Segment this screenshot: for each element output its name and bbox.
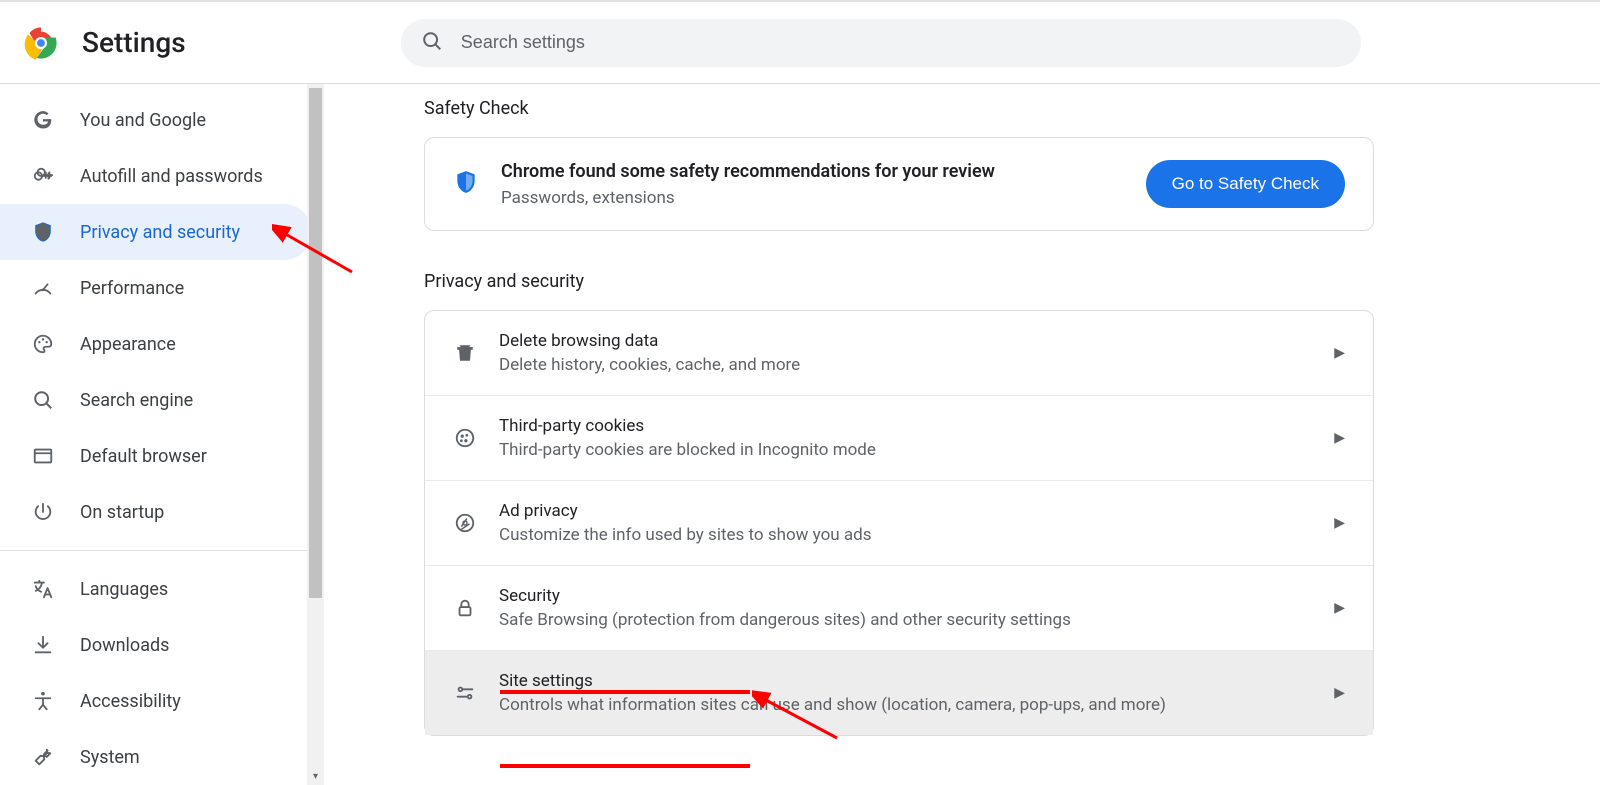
chevron-right-icon: ▶ [1334, 600, 1345, 616]
sidebar-item-privacy[interactable]: Privacy and security [0, 204, 312, 260]
cookie-icon [453, 427, 477, 449]
row-title: Delete browsing data [499, 331, 1312, 351]
ad-icon [453, 512, 477, 534]
sidebar-item-search-engine[interactable]: Search engine [0, 372, 312, 428]
sidebar-item-label: Privacy and security [80, 222, 240, 243]
chevron-right-icon: ▶ [1334, 685, 1345, 701]
row-title: Security [499, 586, 1312, 606]
search-box[interactable] [401, 19, 1361, 67]
search-input[interactable] [459, 31, 1341, 54]
row-security[interactable]: Security Safe Browsing (protection from d… [425, 565, 1373, 650]
sidebar-item-label: Appearance [80, 334, 176, 355]
browser-icon [32, 445, 54, 467]
sidebar-item-system[interactable]: System [0, 729, 312, 785]
privacy-security-heading: Privacy and security [424, 271, 1374, 292]
palette-icon [32, 333, 54, 355]
sidebar-item-label: Default browser [80, 446, 207, 467]
shield-icon [453, 169, 479, 199]
sidebar-item-label: Performance [80, 278, 184, 299]
wrench-icon [32, 746, 54, 768]
row-delete[interactable]: Delete browsing data Delete history, cook… [425, 311, 1373, 395]
power-icon [32, 501, 54, 523]
safety-check-card: Chrome found some safety recommendations… [424, 137, 1374, 231]
chevron-right-icon: ▶ [1334, 345, 1345, 361]
sidebar-item-you[interactable]: You and Google [0, 92, 312, 148]
safety-check-subtitle: Passwords, extensions [501, 188, 1124, 208]
key-icon [32, 165, 54, 187]
sliders-icon [453, 682, 477, 704]
sidebar-item-downloads[interactable]: Downloads [0, 617, 312, 673]
trash-icon [453, 342, 477, 364]
page-title: Settings [82, 26, 186, 59]
lock-icon [453, 597, 477, 619]
privacy-security-card: Delete browsing data Delete history, cook… [424, 310, 1374, 736]
row-ad-privacy[interactable]: Ad privacy Customize the info used by sit… [425, 480, 1373, 565]
safety-check-heading: Safety Check [424, 98, 1374, 119]
main-content: Safety Check Chrome found some safety re… [324, 84, 1600, 785]
sidebar-separator [0, 550, 324, 551]
sidebar-scrollbar[interactable]: ▾ [307, 84, 324, 785]
row-title: Site settings [499, 671, 1312, 691]
shield-icon [32, 221, 54, 243]
sidebar-item-performance[interactable]: Performance [0, 260, 312, 316]
sidebar-item-label: Downloads [80, 635, 169, 656]
row-cookies[interactable]: Third-party cookies Third-party cookies a… [425, 395, 1373, 480]
scrollbar-thumb[interactable] [309, 88, 322, 598]
sidebar: You and Google Autofill and passwords Priv… [0, 84, 324, 785]
sidebar-item-label: On startup [80, 502, 164, 523]
google-icon [32, 109, 54, 131]
translate-icon [32, 578, 54, 600]
sidebar-item-label: Autofill and passwords [80, 166, 263, 187]
go-to-safety-check-button[interactable]: Go to Safety Check [1146, 160, 1345, 208]
search-icon [32, 389, 54, 411]
sidebar-item-label: Languages [80, 579, 168, 600]
row-title: Third-party cookies [499, 416, 1312, 436]
scrollbar-down-arrow[interactable]: ▾ [307, 768, 324, 785]
speed-icon [32, 277, 54, 299]
row-subtitle: Third-party cookies are blocked in Incog… [499, 440, 1312, 460]
sidebar-item-startup[interactable]: On startup [0, 484, 312, 540]
sidebar-item-languages[interactable]: Languages [0, 561, 312, 617]
download-icon [32, 634, 54, 656]
accessibility-icon [32, 690, 54, 712]
row-subtitle: Controls what information sites can use … [499, 695, 1312, 715]
chevron-right-icon: ▶ [1334, 515, 1345, 531]
app-header: Settings [0, 2, 1600, 84]
chrome-logo-icon [24, 26, 58, 60]
sidebar-item-label: You and Google [80, 110, 206, 131]
sidebar-item-accessibility[interactable]: Accessibility [0, 673, 312, 729]
safety-check-title: Chrome found some safety recommendations… [501, 161, 1124, 182]
row-title: Ad privacy [499, 501, 1312, 521]
row-subtitle: Safe Browsing (protection from dangerous… [499, 610, 1312, 630]
sidebar-item-label: Accessibility [80, 691, 181, 712]
sidebar-item-label: System [80, 747, 140, 768]
sidebar-item-label: Search engine [80, 390, 193, 411]
row-subtitle: Delete history, cookies, cache, and more [499, 355, 1312, 375]
sidebar-item-appearance[interactable]: Appearance [0, 316, 312, 372]
sidebar-item-default-browser[interactable]: Default browser [0, 428, 312, 484]
row-site-settings[interactable]: Site settings Controls what information s… [425, 650, 1373, 735]
row-subtitle: Customize the info used by sites to show… [499, 525, 1312, 545]
sidebar-item-autofill[interactable]: Autofill and passwords [0, 148, 312, 204]
chevron-right-icon: ▶ [1334, 430, 1345, 446]
search-icon [421, 30, 443, 56]
